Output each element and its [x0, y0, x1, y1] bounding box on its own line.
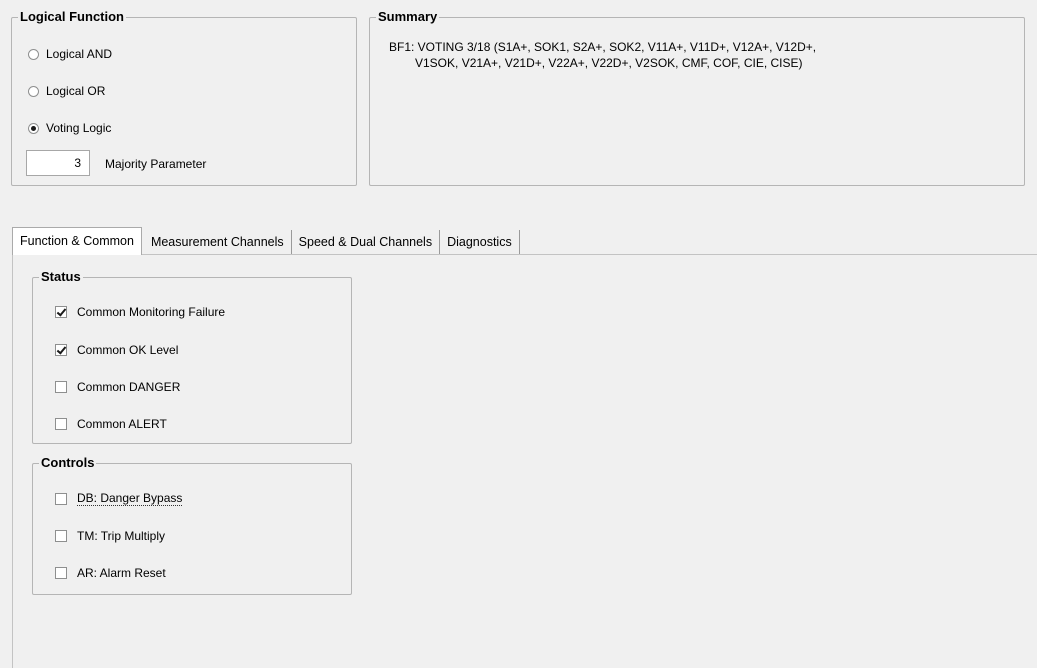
checkbox-common-ok-level-box[interactable] [55, 344, 67, 356]
checkbox-common-danger-box[interactable] [55, 381, 67, 393]
summary-line-2: V1SOK, V21A+, V21D+, V22A+, V22D+, V2SOK… [415, 56, 803, 70]
checkbox-danger-bypass-label: DB: Danger Bypass [77, 491, 183, 506]
radio-voting-logic-indicator[interactable] [28, 122, 39, 134]
status-group: Status Common Monitoring Failure Common … [32, 269, 352, 444]
checkbox-common-danger[interactable]: Common DANGER [55, 380, 180, 394]
majority-parameter-input[interactable]: 3 [26, 150, 90, 176]
tab-panel-function-common: Status Common Monitoring Failure Common … [12, 254, 1037, 668]
controls-group: Controls DB: Danger Bypass TM: Trip Mult… [32, 455, 352, 595]
checkbox-alarm-reset[interactable]: AR: Alarm Reset [55, 566, 166, 580]
checkbox-common-alert-label: Common ALERT [77, 417, 167, 431]
logical-function-group: Logical Function Logical AND Logical OR … [11, 9, 357, 186]
summary-line-1: BF1: VOTING 3/18 (S1A+, SOK1, S2A+, SOK2… [389, 40, 817, 54]
summary-group: Summary BF1: VOTING 3/18 (S1A+, SOK1, S2… [369, 9, 1025, 186]
radio-logical-and[interactable]: Logical AND [28, 47, 112, 61]
checkbox-trip-multiply-box[interactable] [55, 530, 67, 542]
checkbox-common-monitoring-failure-box[interactable] [55, 306, 67, 318]
radio-logical-or-indicator[interactable] [28, 85, 39, 97]
radio-logical-and-indicator[interactable] [28, 48, 39, 60]
tab-function-common[interactable]: Function & Common [12, 227, 142, 255]
checkbox-danger-bypass-box[interactable] [55, 492, 67, 505]
tab-speed-dual-channels[interactable]: Speed & Dual Channels [292, 230, 441, 255]
radio-logical-and-label: Logical AND [46, 47, 113, 61]
summary-title: Summary [376, 9, 440, 25]
tab-diagnostics[interactable]: Diagnostics [440, 230, 520, 255]
checkbox-common-ok-level[interactable]: Common OK Level [55, 343, 178, 357]
checkbox-common-ok-level-label: Common OK Level [77, 343, 179, 357]
logical-function-title: Logical Function [18, 9, 126, 25]
tab-strip: Function & Common Measurement Channels S… [12, 227, 520, 255]
checkbox-common-monitoring-failure-label: Common Monitoring Failure [77, 305, 226, 319]
checkbox-trip-multiply-label: TM: Trip Multiply [77, 529, 166, 543]
majority-parameter-label: Majority Parameter [105, 157, 207, 171]
checkbox-alarm-reset-box[interactable] [55, 567, 67, 579]
checkbox-danger-bypass[interactable]: DB: Danger Bypass [55, 491, 183, 506]
checkbox-trip-multiply[interactable]: TM: Trip Multiply [55, 529, 165, 543]
checkbox-alarm-reset-label: AR: Alarm Reset [77, 566, 166, 580]
radio-voting-logic-label: Voting Logic [46, 121, 112, 135]
checkbox-common-alert[interactable]: Common ALERT [55, 417, 167, 431]
radio-logical-or[interactable]: Logical OR [28, 84, 105, 98]
checkbox-common-alert-box[interactable] [55, 418, 67, 430]
radio-logical-or-label: Logical OR [46, 84, 106, 98]
status-title: Status [39, 269, 83, 285]
checkbox-common-danger-label: Common DANGER [77, 380, 181, 394]
controls-title: Controls [39, 455, 97, 471]
tab-measurement-channels[interactable]: Measurement Channels [144, 230, 292, 255]
radio-voting-logic[interactable]: Voting Logic [28, 121, 111, 135]
summary-text: BF1: VOTING 3/18 (S1A+, SOK1, S2A+, SOK2… [389, 39, 816, 71]
checkbox-common-monitoring-failure[interactable]: Common Monitoring Failure [55, 305, 225, 319]
